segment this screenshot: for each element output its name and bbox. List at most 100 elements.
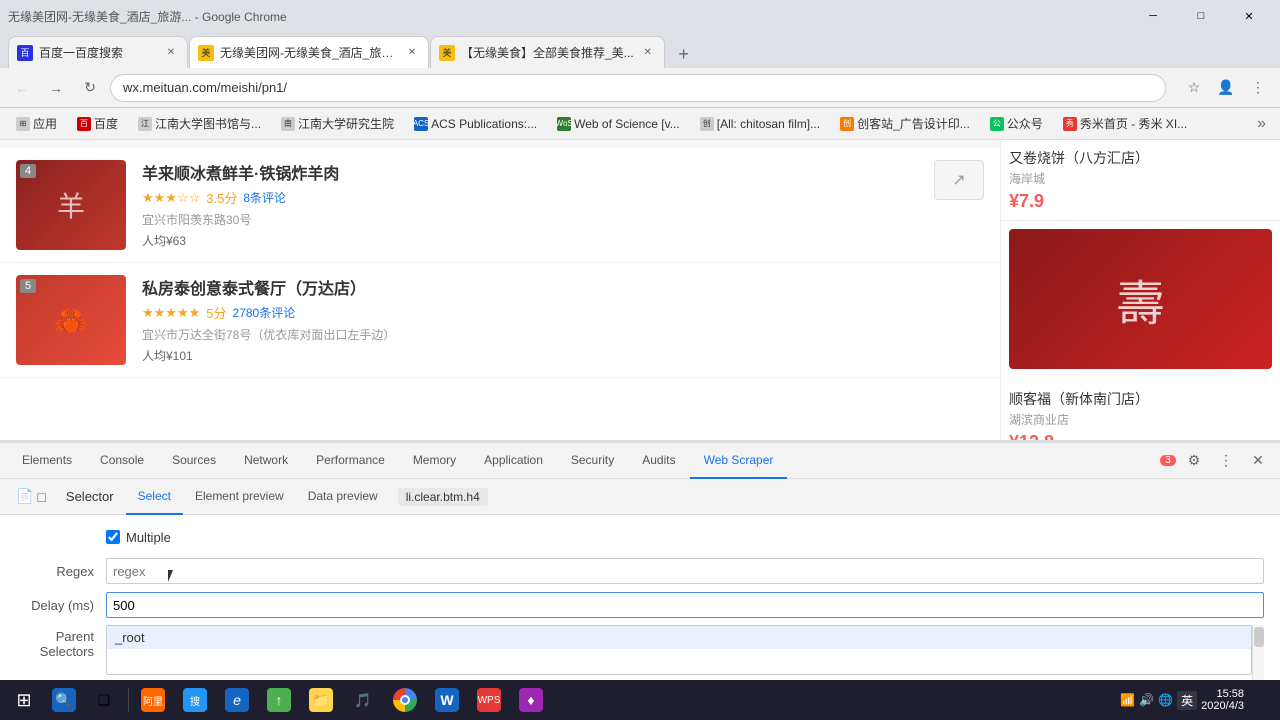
panel-icon-right[interactable]: □	[37, 489, 45, 505]
form-row-multiple: Multiple	[16, 523, 1264, 551]
maximize-button[interactable]: □	[1178, 0, 1224, 32]
devtools-tab-performance[interactable]: Performance	[302, 443, 399, 479]
devtools-more-icon[interactable]: ⋮	[1212, 447, 1240, 475]
taskbar: ⊞ 🔍 ❑ 阿里 搜 e ↑ 📁 🎵 W	[0, 680, 1280, 720]
ps-scrollbar[interactable]	[1252, 625, 1264, 680]
taskbar-app-alibaba[interactable]: 阿里	[133, 680, 173, 720]
devtools-tab-elements[interactable]: Elements	[8, 443, 86, 479]
regex-input[interactable]	[106, 558, 1264, 584]
tab-close-baidu[interactable]: ✕	[163, 45, 179, 61]
taskbar-app-ie[interactable]: e	[217, 680, 257, 720]
refresh-button[interactable]: ↻	[76, 74, 104, 102]
title-bar-text: 无缘美团网-无缘美食_酒店_旅游... - Google Chrome	[8, 8, 287, 25]
tab-close-meituan[interactable]: ✕	[404, 45, 420, 61]
taskbar-sys-icons: 📶 🔊	[1120, 693, 1154, 707]
devtools-settings-icon[interactable]: ⚙	[1180, 447, 1208, 475]
taskbar-app-music[interactable]: 🎵	[343, 680, 383, 720]
taskbar-taskview[interactable]: ❑	[84, 680, 124, 720]
taskbar-app-search2[interactable]: 搜	[175, 680, 215, 720]
devtools-tab-network[interactable]: Network	[230, 443, 302, 479]
taskbar-app-wps[interactable]: WPS	[469, 680, 509, 720]
restaurant-price-4: 人均¥63	[142, 232, 918, 249]
bookmark-gzh[interactable]: 公 公众号	[982, 113, 1051, 134]
forward-button[interactable]: →	[42, 74, 70, 102]
tab-meituan2[interactable]: 美 【无缘美食】全部美食推荐_美... ✕	[430, 36, 665, 68]
panel-icon-left[interactable]: 📄	[16, 488, 33, 505]
tab-baidu[interactable]: 百 百度一百度搜索 ✕	[8, 36, 188, 68]
url-bar[interactable]: wx.meituan.com/meishi/pn1/	[110, 74, 1166, 102]
bookmark-xiumi[interactable]: 秀 秀米首页 - 秀米 XI...	[1055, 113, 1195, 134]
devtools-tab-console[interactable]: Console	[86, 443, 158, 479]
show-desktop-button[interactable]	[1248, 684, 1268, 716]
devtools-tab-webscraper[interactable]: Web Scraper	[690, 443, 788, 479]
selector-breadcrumb[interactable]: li.clear.btm.h4	[398, 488, 488, 506]
devtools: Elements Console Sources Network Perform…	[0, 440, 1280, 720]
devtools-tab-audits[interactable]: Audits	[628, 443, 689, 479]
form-label-delay: Delay (ms)	[16, 598, 106, 613]
bookmark-jiangnan-lib[interactable]: 江 江南大学图书馆与...	[130, 113, 269, 134]
bookmark-acs[interactable]: ACS ACS Publications:...	[406, 115, 545, 133]
new-tab-button[interactable]: +	[670, 40, 698, 68]
bookmarks-more[interactable]: »	[1251, 113, 1272, 135]
start-button[interactable]: ⊞	[4, 680, 44, 720]
panel-toggle-icons: 📄 □	[8, 488, 54, 505]
sidebar-item-sub-1: 海岸城	[1009, 170, 1272, 187]
tab-title-meituan: 无缘美团网-无缘美食_酒店_旅游...	[220, 44, 398, 61]
sidebar-img-area-1: 壽	[1001, 221, 1280, 377]
bookmark-wos[interactable]: WoS Web of Science [v...	[549, 115, 688, 133]
right-sidebar: 又卷烧饼（八方汇店） 海岸城 ¥7.9 壽 顺客福（新体南门店） 湖滨商业店 ¥…	[1000, 140, 1280, 440]
multiple-checkbox-label[interactable]: Multiple	[106, 530, 171, 545]
devtools-tab-security[interactable]: Security	[557, 443, 628, 479]
back-button[interactable]: ←	[8, 74, 36, 102]
ime-icon[interactable]: 🌐	[1158, 693, 1173, 707]
bookmark-chuangke[interactable]: 创 创客站_广告设计印...	[832, 113, 978, 134]
bookmark-apps[interactable]: ⊞ 应用	[8, 113, 65, 134]
close-button[interactable]: ✕	[1226, 0, 1272, 32]
parent-selector-item-root[interactable]: _root	[107, 626, 1251, 649]
tab-favicon-meituan: 美	[198, 45, 214, 61]
bookmark-icon[interactable]: ☆	[1180, 74, 1208, 102]
share-btn-4[interactable]: ↗	[934, 160, 984, 200]
parent-selectors-list[interactable]: _root	[106, 625, 1252, 675]
page-area: 羊 4 羊来顺冰煮鲜羊·铁锅炸羊肉 ★★★☆☆ 3.5分 8条评论 宜兴市阳羡东…	[0, 140, 1280, 440]
taskbar-app-app3[interactable]: ↑	[259, 680, 299, 720]
bookmark-chitosan[interactable]: 创 [All: chitosan film]...	[692, 115, 828, 133]
volume-icon[interactable]: 🔊	[1139, 693, 1154, 707]
network-icon[interactable]: 📶	[1120, 693, 1135, 707]
taskbar-search[interactable]: 🔍	[44, 680, 84, 720]
selector-tab-element-preview[interactable]: Element preview	[183, 479, 296, 515]
minimize-button[interactable]: ─	[1130, 0, 1176, 32]
selector-tab-select[interactable]: Select	[126, 479, 183, 515]
bookmark-baidu[interactable]: 百 百度	[69, 113, 126, 134]
devtools-header: Elements Console Sources Network Perform…	[0, 443, 1280, 479]
restaurant-num-5: 5	[20, 279, 36, 293]
taskbar-app-chrome[interactable]	[385, 680, 425, 720]
devtools-tab-application[interactable]: Application	[470, 443, 557, 479]
selector-form: Multiple Regex Delay (ms)	[0, 515, 1280, 694]
devtools-icons: 3 ⚙ ⋮ ✕	[1160, 447, 1272, 475]
devtools-tab-sources[interactable]: Sources	[158, 443, 230, 479]
bookmark-jiangnan-grad[interactable]: 南 江南大学研究生院	[273, 113, 402, 134]
selector-tab-data-preview[interactable]: Data preview	[296, 479, 390, 515]
profile-icon[interactable]: 👤	[1212, 74, 1240, 102]
sidebar-item-name-2: 顺客福（新体南门店）	[1009, 389, 1272, 409]
rating-count-5: 2780条评论	[233, 304, 296, 321]
taskbar-app-explorer[interactable]: 📁	[301, 680, 341, 720]
taskbar-app-word[interactable]: W	[427, 680, 467, 720]
form-row-regex: Regex	[16, 557, 1264, 585]
taskbar-app-diamond[interactable]: ♦	[511, 680, 551, 720]
tab-title-baidu: 百度一百度搜索	[39, 44, 157, 61]
delay-input[interactable]	[106, 592, 1264, 618]
menu-icon[interactable]: ⋮	[1244, 74, 1272, 102]
devtools-close-icon[interactable]: ✕	[1244, 447, 1272, 475]
tab-title-meituan2: 【无缘美食】全部美食推荐_美...	[461, 44, 634, 61]
rating-score-5: 5分	[206, 303, 226, 322]
tab-meituan[interactable]: 美 无缘美团网-无缘美食_酒店_旅游... ✕	[189, 36, 429, 68]
taskbar-lang[interactable]: 英	[1177, 691, 1197, 710]
devtools-tab-memory[interactable]: Memory	[399, 443, 470, 479]
multiple-checkbox[interactable]	[106, 530, 120, 544]
tab-close-meituan2[interactable]: ✕	[640, 45, 656, 61]
sidebar-item-price-2: ¥12.8	[1009, 432, 1272, 440]
form-label-parent-selectors: Parent Selectors	[16, 625, 106, 659]
title-bar: 无缘美团网-无缘美食_酒店_旅游... - Google Chrome ─ □ …	[0, 0, 1280, 32]
